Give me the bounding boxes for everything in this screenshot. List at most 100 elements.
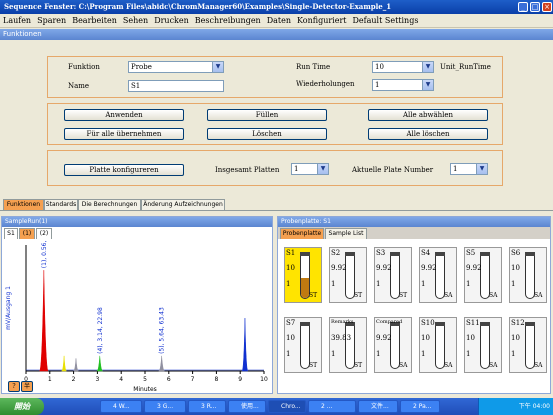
x-tick-label: 8 (214, 376, 218, 383)
start-button[interactable]: 開始 (0, 398, 44, 415)
task-item[interactable]: Chro... (268, 400, 306, 413)
vial-type: SA (489, 362, 498, 369)
vial-volume: 9.92 (376, 334, 392, 342)
vial-name: S6 (511, 249, 521, 257)
menu-laufen[interactable]: Laufen (0, 14, 34, 28)
vial[interactable]: S11 10 1 SA (464, 317, 502, 373)
loschen-button[interactable]: Löschen (207, 128, 327, 140)
vial-repeat: 1 (466, 280, 471, 288)
vial-type: ST (309, 292, 318, 299)
peak (73, 358, 79, 372)
menu-daten[interactable]: Daten (264, 14, 294, 28)
runtime-unit: Unit_RunTime (440, 63, 491, 71)
vial[interactable]: S10 10 1 SA (419, 317, 457, 373)
alle-abwahlen-button[interactable]: Alle abwählen (368, 109, 488, 121)
vial[interactable]: S4 9.92 1 SA (419, 247, 457, 303)
runtime-label: Run Time (296, 63, 331, 71)
vial-volume: 9.92 (466, 264, 482, 272)
peak (158, 355, 165, 372)
task-item[interactable]: 2 ... (308, 400, 356, 413)
tab-aenderung-aufzeichnungen[interactable]: Änderung Aufzeichnungen (141, 199, 225, 210)
peak (61, 355, 67, 372)
fullen-button[interactable]: Füllen (207, 109, 327, 121)
insgesamt-platten-stepper[interactable]: 1 ▼ (291, 163, 329, 175)
task-item[interactable]: 4 W... (100, 400, 142, 413)
menu-default-settings[interactable]: Default Settings (350, 14, 422, 28)
vial-repeat: 1 (286, 350, 291, 358)
aktuelle-plate-label: Aktuelle Plate Number (352, 166, 434, 174)
task-item[interactable]: 3 G... (144, 400, 186, 413)
vial-repeat: 1 (511, 350, 516, 358)
aktuelle-plate-stepper[interactable]: 1 ▼ (450, 163, 488, 175)
wiederholungen-select[interactable]: 1 ▼ (372, 79, 434, 91)
window-title: Sequence Fenster: C:\Program Files\abidc… (4, 2, 392, 11)
x-tick-label: 7 (191, 376, 195, 383)
menu-bearbeiten[interactable]: Bearbeiten (69, 14, 120, 28)
vial[interactable]: S3 9.92 1 ST (374, 247, 412, 303)
vial-volume: 10 (511, 334, 520, 342)
sample-plate-panel: Probenplatte: S1 Probenplatte Sample Lis… (277, 216, 551, 394)
vial-name: S5 (466, 249, 476, 257)
anwenden-button[interactable]: Anwenden (64, 109, 184, 121)
task-item[interactable]: 文件... (358, 400, 398, 413)
maximize-button[interactable]: □ (530, 2, 540, 12)
vial-repeat: 1 (421, 350, 426, 358)
tab-divider (0, 210, 553, 211)
runtime-select[interactable]: 10 ▼ (372, 61, 434, 73)
tab-s1[interactable]: S1 (4, 228, 18, 239)
peak-label: (4), 3.14, 22.98 (97, 307, 104, 354)
close-button[interactable]: × (542, 2, 552, 12)
tab-run-1[interactable]: (1) (19, 228, 35, 239)
vial-name: S2 (331, 249, 341, 257)
vial-repeat: 1 (376, 350, 381, 358)
sample-run-panel: SampleRun(1) S1 (1) (2) 0 1 2 3 4 5 6 7 8 9 10 Minu… (1, 216, 273, 394)
help-button[interactable]: ? (8, 381, 20, 392)
chevron-down-icon: ▼ (422, 62, 433, 72)
menu-sehen[interactable]: Sehen (120, 14, 151, 28)
menu-drucken[interactable]: Drucken (151, 14, 192, 28)
minimize-button[interactable]: _ (518, 2, 528, 12)
mode-button[interactable]: 半 (21, 381, 33, 392)
tab-probenplatte[interactable]: Probenplatte (280, 228, 324, 239)
vial[interactable]: S12 10 1 SA (509, 317, 547, 373)
task-item[interactable]: 3 R... (188, 400, 226, 413)
task-item[interactable]: 2 Pa... (400, 400, 440, 413)
vial[interactable]: S6 10 1 SA (509, 247, 547, 303)
funktion-select[interactable]: Probe ▼ (128, 61, 224, 73)
vial-repeat: 1 (421, 280, 426, 288)
peak (241, 318, 249, 372)
platte-konfigurieren-button[interactable]: Platte konfigureren (64, 164, 184, 176)
name-input[interactable]: S1 (128, 80, 224, 92)
chromatogram-chart[interactable]: 0 1 2 3 4 5 6 7 8 9 10MinutesmV/Ausgang 1(1), 0.56… (2, 239, 272, 393)
tab-standards[interactable]: Standards (44, 199, 78, 210)
vial[interactable]: S7 10 1 ST (284, 317, 322, 373)
vial[interactable]: S2 9.92 1 ST (329, 247, 367, 303)
vial-type: SA (534, 292, 543, 299)
vial[interactable]: Compared 9.92 1 SA (374, 317, 412, 373)
tab-run-2[interactable]: (2) (36, 228, 52, 239)
funktion-label: Funktion (68, 63, 100, 71)
x-tick-label: 10 (260, 376, 268, 383)
vial-name: S3 (376, 249, 386, 257)
y-axis-label: mV/Ausgang 1 (5, 286, 12, 330)
tab-berechnungen[interactable]: Die Berechnungen (78, 199, 141, 210)
vial[interactable]: S5 9.92 1 SA (464, 247, 502, 303)
vial[interactable]: S1 10 1 ST (284, 247, 322, 303)
tab-funktionen[interactable]: Funktionen (3, 199, 44, 210)
x-tick-label: 6 (167, 376, 171, 383)
menu-sparen[interactable]: Sparen (34, 14, 69, 28)
menu-beschreibungen[interactable]: Beschreibungen (192, 14, 264, 28)
vial-volume: 10 (466, 334, 475, 342)
fur-alle-ubernehmen-button[interactable]: Für alle übernehmen (64, 128, 184, 140)
chevron-down-icon: ▼ (212, 62, 223, 72)
menu-konfiguriert[interactable]: Konfiguriert (294, 14, 350, 28)
task-item[interactable]: 使用... (228, 400, 266, 413)
vial-name: S4 (421, 249, 431, 257)
alle-loschen-button[interactable]: Alle löschen (368, 128, 488, 140)
vial[interactable]: Remarks 39.83 1 ST (329, 317, 367, 373)
vial-repeat: 1 (331, 280, 336, 288)
tab-sample-list[interactable]: Sample List (325, 228, 367, 239)
clock: 下午 04:00 (518, 403, 550, 410)
vial-type: SA (444, 292, 453, 299)
vial-repeat: 1 (376, 280, 381, 288)
